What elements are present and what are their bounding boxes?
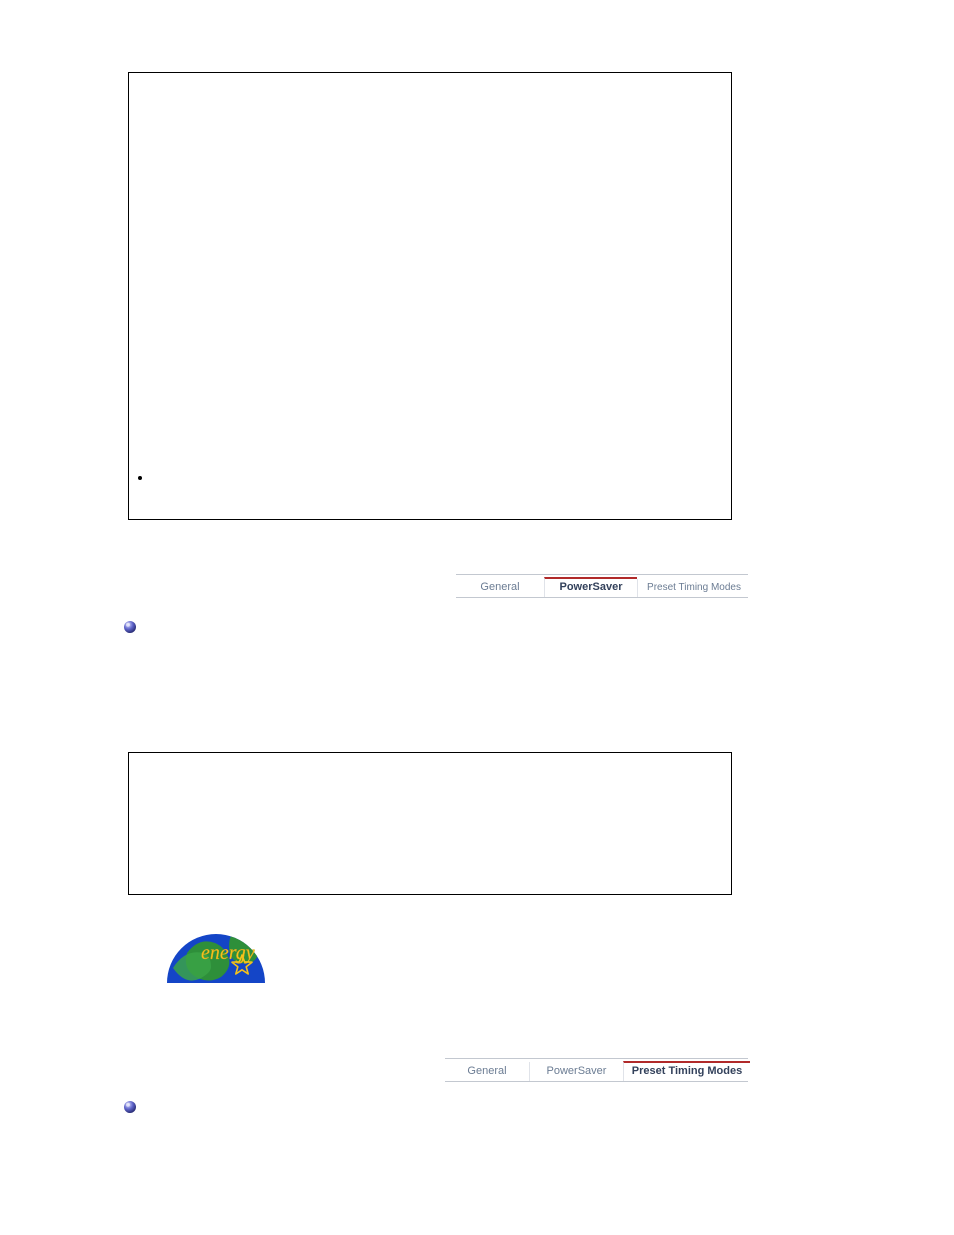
tab-powersaver-2[interactable]: PowerSaver bbox=[529, 1062, 623, 1081]
bullet-dot bbox=[138, 476, 142, 480]
section-tabs-1: General PowerSaver Preset Timing Modes bbox=[456, 574, 748, 598]
spec-table-box bbox=[128, 72, 732, 520]
tab-preset-timing-2[interactable]: Preset Timing Modes bbox=[623, 1061, 750, 1081]
page-root: General PowerSaver Preset Timing Modes bbox=[0, 0, 954, 1235]
section-tabs-2: General PowerSaver Preset Timing Modes bbox=[445, 1058, 748, 1082]
energy-star-badge: energy bbox=[167, 913, 265, 983]
powersaver-table-box bbox=[128, 752, 732, 895]
bullet-orb-icon bbox=[123, 1100, 137, 1114]
tab-preset-timing-1[interactable]: Preset Timing Modes bbox=[637, 579, 750, 597]
tab-powersaver-1[interactable]: PowerSaver bbox=[544, 577, 637, 597]
tab-general-1[interactable]: General bbox=[456, 578, 544, 597]
bullet-orb-icon bbox=[123, 620, 137, 634]
svg-text:energy: energy bbox=[201, 942, 255, 964]
tab-general-2[interactable]: General bbox=[445, 1062, 529, 1081]
